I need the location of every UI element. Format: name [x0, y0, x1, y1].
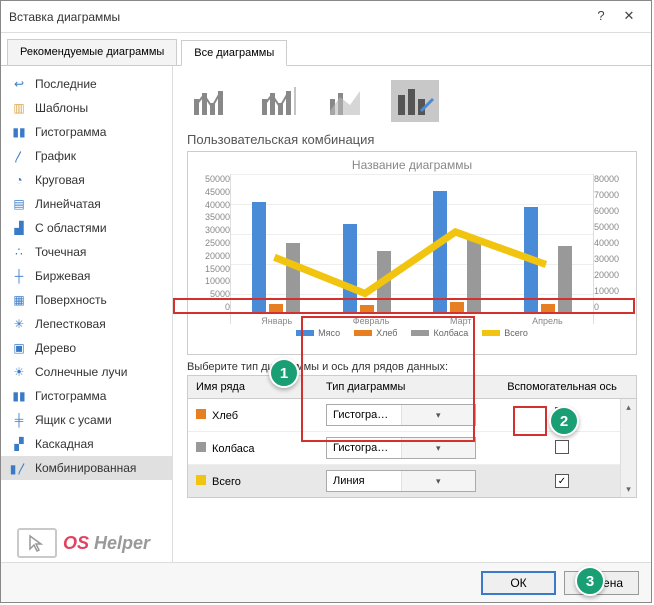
chart-type-sidebar: ↩Последние ▥Шаблоны ▮▮Гистограмма 〳Графи…: [1, 66, 173, 577]
series-name: Всего: [212, 476, 241, 488]
dialog-footer: ОК Отмена: [1, 562, 651, 602]
secondary-axis-checkbox[interactable]: ✓: [555, 474, 569, 488]
recent-icon: ↩: [11, 76, 27, 92]
sidebar-item-sunburst[interactable]: ☀Солнечные лучи: [1, 360, 172, 384]
tab-bar: Рекомендуемые диаграммы Все диаграммы: [1, 33, 651, 66]
chart-type-dropdown[interactable]: Линия▾: [326, 470, 476, 492]
scatter-chart-icon: ∴: [11, 244, 27, 260]
combo-subtype-custom[interactable]: [391, 80, 439, 122]
histogram-icon: ▮▮: [11, 388, 27, 404]
chart-title: Название диаграммы: [196, 158, 628, 172]
combo-chart-icon: ▮〳: [11, 460, 27, 476]
y-axis-primary: 5000045000400003500030000250002000015000…: [196, 174, 230, 324]
column-chart-icon: ▮▮: [11, 124, 27, 140]
main-panel: Пользовательская комбинация Название диа…: [173, 66, 651, 577]
pie-chart-icon: ◔: [11, 172, 27, 188]
watermark: OS Helper: [17, 528, 150, 558]
combo-subtype-2[interactable]: [255, 80, 303, 122]
sidebar-item-boxwhisker[interactable]: ╪Ящик с усами: [1, 408, 172, 432]
sidebar-item-pie[interactable]: ◔Круговая: [1, 168, 172, 192]
combo-thumb-custom-icon: [395, 85, 435, 117]
series-row: Колбаса Гистограмма с групп...▾: [188, 431, 636, 464]
scroll-up-icon[interactable]: ▴: [621, 399, 636, 415]
chart-type-dropdown[interactable]: Гистограмма с групп...▾: [326, 404, 476, 426]
subtype-thumbnails: [187, 80, 637, 122]
sidebar-item-line[interactable]: 〳График: [1, 144, 172, 168]
chevron-down-icon: ▾: [401, 438, 476, 458]
sidebar-item-histogram[interactable]: ▮▮Гистограмма: [1, 384, 172, 408]
cursor-icon: [17, 528, 57, 558]
sidebar-item-area[interactable]: ▟С областями: [1, 216, 172, 240]
sidebar-item-templates[interactable]: ▥Шаблоны: [1, 96, 172, 120]
titlebar: Вставка диаграммы ? ✕: [1, 1, 651, 33]
sidebar-item-bar[interactable]: ▤Линейчатая: [1, 192, 172, 216]
series-name: Хлеб: [212, 410, 238, 422]
sidebar-item-combo[interactable]: ▮〳Комбинированная: [1, 456, 172, 480]
combo-subtype-1[interactable]: [187, 80, 235, 122]
x-axis: ЯнварьФевральМартАпрель: [231, 316, 593, 326]
sidebar-item-waterfall[interactable]: ▞Каскадная: [1, 432, 172, 456]
box-whisker-icon: ╪: [11, 412, 27, 428]
bar-chart-icon: ▤: [11, 196, 27, 212]
folder-icon: ▥: [11, 100, 27, 116]
plot-area: ЯнварьФевральМартАпрель: [230, 174, 594, 324]
tab-all[interactable]: Все диаграммы: [181, 40, 287, 66]
tab-recommended[interactable]: Рекомендуемые диаграммы: [7, 39, 177, 65]
sidebar-item-surface[interactable]: ▦Поверхность: [1, 288, 172, 312]
series-color-swatch: [196, 409, 206, 419]
waterfall-icon: ▞: [11, 436, 27, 452]
sidebar-item-recent[interactable]: ↩Последние: [1, 72, 172, 96]
line-chart-icon: 〳: [11, 148, 27, 164]
callout-3: 3: [575, 566, 605, 596]
callout-2: 2: [549, 406, 579, 436]
treemap-icon: ▣: [11, 340, 27, 356]
sidebar-item-radar[interactable]: ✳Лепестковая: [1, 312, 172, 336]
combo-thumb-icon: [327, 85, 367, 117]
close-button[interactable]: ✕: [615, 5, 643, 29]
window-title: Вставка диаграммы: [9, 10, 587, 24]
chart-type-dropdown[interactable]: Гистограмма с групп...▾: [326, 437, 476, 459]
sidebar-item-column[interactable]: ▮▮Гистограмма: [1, 120, 172, 144]
combo-thumb-icon: [191, 85, 231, 117]
y-axis-secondary: 8000070000600005000040000300002000010000…: [594, 174, 628, 324]
callout-1: 1: [269, 358, 299, 388]
sunburst-icon: ☀: [11, 364, 27, 380]
section-title: Пользовательская комбинация: [187, 132, 637, 147]
scroll-down-icon[interactable]: ▾: [621, 481, 636, 497]
surface-chart-icon: ▦: [11, 292, 27, 308]
stock-chart-icon: ┼: [11, 268, 27, 284]
series-name: Колбаса: [212, 443, 255, 455]
ok-button[interactable]: ОК: [481, 571, 556, 595]
series-row: Всего Линия▾ ✓: [188, 464, 636, 497]
scrollbar[interactable]: ▴ ▾: [620, 399, 636, 497]
chart-preview: Название диаграммы 500004500040000350003…: [187, 151, 637, 355]
combo-subtype-3[interactable]: [323, 80, 371, 122]
area-chart-icon: ▟: [11, 220, 27, 236]
sidebar-item-treemap[interactable]: ▣Дерево: [1, 336, 172, 360]
combo-thumb-icon: [259, 85, 299, 117]
series-color-swatch: [196, 442, 206, 452]
secondary-axis-checkbox[interactable]: [555, 440, 569, 454]
help-button[interactable]: ?: [587, 5, 615, 29]
series-color-swatch: [196, 475, 206, 485]
sidebar-item-scatter[interactable]: ∴Точечная: [1, 240, 172, 264]
chevron-down-icon: ▾: [401, 471, 476, 491]
sidebar-item-stock[interactable]: ┼Биржевая: [1, 264, 172, 288]
radar-chart-icon: ✳: [11, 316, 27, 332]
chevron-down-icon: ▾: [401, 405, 476, 425]
